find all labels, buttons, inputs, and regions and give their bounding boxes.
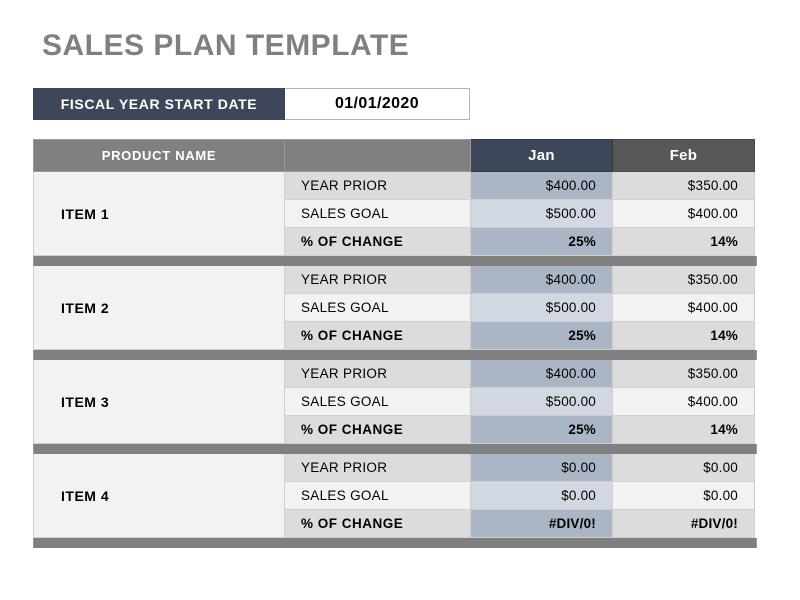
metric-label-sales-goal: SALES GOAL	[285, 294, 471, 322]
block-separator	[33, 256, 757, 266]
table-row-year-prior: YEAR PRIOR $400.00 $350.00	[285, 266, 755, 294]
table-row-sales-goal: SALES GOAL $500.00 $400.00	[285, 200, 755, 228]
block-separator	[33, 350, 757, 360]
table-row-year-prior: YEAR PRIOR $400.00 $350.00	[285, 360, 755, 388]
cell-feb-sales-goal[interactable]: $0.00	[613, 482, 755, 510]
cell-jan-year-prior[interactable]: $400.00	[471, 172, 613, 200]
cell-jan-percent-of-change[interactable]: 25%	[471, 228, 613, 256]
cell-jan-sales-goal[interactable]: $500.00	[471, 294, 613, 322]
metric-label-sales-goal: SALES GOAL	[285, 482, 471, 510]
metric-rows: YEAR PRIOR $400.00 $350.00 SALES GOAL $500.0…	[285, 266, 755, 350]
fiscal-year-start-date-input[interactable]: 01/01/2020	[285, 88, 470, 120]
table-row-percent-of-change: % OF CHANGE 25% 14%	[285, 322, 755, 350]
table-header-row: PRODUCT NAME Jan Feb	[33, 139, 755, 172]
table-row-percent-of-change: % OF CHANGE 25% 14%	[285, 228, 755, 256]
table-row-percent-of-change: % OF CHANGE 25% 14%	[285, 416, 755, 444]
product-name-cell[interactable]: ITEM 2	[33, 266, 285, 350]
column-header-metric[interactable]	[285, 139, 471, 172]
cell-feb-percent-of-change[interactable]: 14%	[613, 322, 755, 350]
sales-plan-table: PRODUCT NAME Jan Feb ITEM 1 YEAR PRIOR $40…	[33, 139, 757, 548]
block-separator	[33, 538, 757, 548]
metric-label-year-prior: YEAR PRIOR	[285, 172, 471, 200]
metric-rows: YEAR PRIOR $400.00 $350.00 SALES GOAL $500.0…	[285, 172, 755, 256]
cell-jan-sales-goal[interactable]: $0.00	[471, 482, 613, 510]
sales-plan-template-page: SALES PLAN TEMPLATE FISCAL YEAR START DA…	[0, 0, 800, 600]
table-row-sales-goal: SALES GOAL $500.00 $400.00	[285, 294, 755, 322]
metric-label-percent-of-change: % OF CHANGE	[285, 510, 471, 538]
metric-rows: YEAR PRIOR $0.00 $0.00 SALES GOAL $0.00 $0.00…	[285, 454, 755, 538]
column-header-jan[interactable]: Jan	[471, 139, 613, 172]
metric-label-year-prior: YEAR PRIOR	[285, 266, 471, 294]
cell-jan-year-prior[interactable]: $0.00	[471, 454, 613, 482]
metric-label-percent-of-change: % OF CHANGE	[285, 322, 471, 350]
cell-jan-year-prior[interactable]: $400.00	[471, 360, 613, 388]
fiscal-year-start-date-field: FISCAL YEAR START DATE 01/01/2020	[33, 88, 470, 120]
metric-label-percent-of-change: % OF CHANGE	[285, 228, 471, 256]
metric-label-sales-goal: SALES GOAL	[285, 200, 471, 228]
cell-feb-sales-goal[interactable]: $400.00	[613, 294, 755, 322]
product-name-cell[interactable]: ITEM 3	[33, 360, 285, 444]
metric-label-year-prior: YEAR PRIOR	[285, 454, 471, 482]
item-block: ITEM 2 YEAR PRIOR $400.00 $350.00 SALES GOAL…	[33, 266, 755, 350]
cell-jan-sales-goal[interactable]: $500.00	[471, 200, 613, 228]
cell-feb-year-prior[interactable]: $0.00	[613, 454, 755, 482]
cell-feb-year-prior[interactable]: $350.00	[613, 360, 755, 388]
table-row-percent-of-change: % OF CHANGE #DIV/0! #DIV/0!	[285, 510, 755, 538]
cell-feb-percent-of-change[interactable]: 14%	[613, 416, 755, 444]
cell-feb-percent-of-change[interactable]: #DIV/0!	[613, 510, 755, 538]
column-header-product-name[interactable]: PRODUCT NAME	[33, 139, 285, 172]
item-block: ITEM 3 YEAR PRIOR $400.00 $350.00 SALES GOAL…	[33, 360, 755, 444]
page-title: SALES PLAN TEMPLATE	[42, 29, 410, 62]
metric-label-percent-of-change: % OF CHANGE	[285, 416, 471, 444]
cell-jan-percent-of-change[interactable]: 25%	[471, 416, 613, 444]
cell-feb-year-prior[interactable]: $350.00	[613, 172, 755, 200]
column-header-feb[interactable]: Feb	[613, 139, 755, 172]
block-separator	[33, 444, 757, 454]
item-block: ITEM 4 YEAR PRIOR $0.00 $0.00 SALES GOAL $0.0…	[33, 454, 755, 538]
table-row-year-prior: YEAR PRIOR $0.00 $0.00	[285, 454, 755, 482]
table-row-sales-goal: SALES GOAL $500.00 $400.00	[285, 388, 755, 416]
cell-feb-percent-of-change[interactable]: 14%	[613, 228, 755, 256]
cell-jan-sales-goal[interactable]: $500.00	[471, 388, 613, 416]
metric-label-year-prior: YEAR PRIOR	[285, 360, 471, 388]
product-name-cell[interactable]: ITEM 1	[33, 172, 285, 256]
cell-feb-year-prior[interactable]: $350.00	[613, 266, 755, 294]
item-block: ITEM 1 YEAR PRIOR $400.00 $350.00 SALES GOAL…	[33, 172, 755, 256]
cell-jan-percent-of-change[interactable]: 25%	[471, 322, 613, 350]
cell-feb-sales-goal[interactable]: $400.00	[613, 200, 755, 228]
fiscal-year-start-date-label: FISCAL YEAR START DATE	[33, 88, 285, 120]
table-row-year-prior: YEAR PRIOR $400.00 $350.00	[285, 172, 755, 200]
product-name-cell[interactable]: ITEM 4	[33, 454, 285, 538]
metric-rows: YEAR PRIOR $400.00 $350.00 SALES GOAL $500.0…	[285, 360, 755, 444]
cell-jan-year-prior[interactable]: $400.00	[471, 266, 613, 294]
metric-label-sales-goal: SALES GOAL	[285, 388, 471, 416]
table-body: ITEM 1 YEAR PRIOR $400.00 $350.00 SALES GOAL…	[33, 172, 757, 548]
cell-feb-sales-goal[interactable]: $400.00	[613, 388, 755, 416]
table-row-sales-goal: SALES GOAL $0.00 $0.00	[285, 482, 755, 510]
cell-jan-percent-of-change[interactable]: #DIV/0!	[471, 510, 613, 538]
